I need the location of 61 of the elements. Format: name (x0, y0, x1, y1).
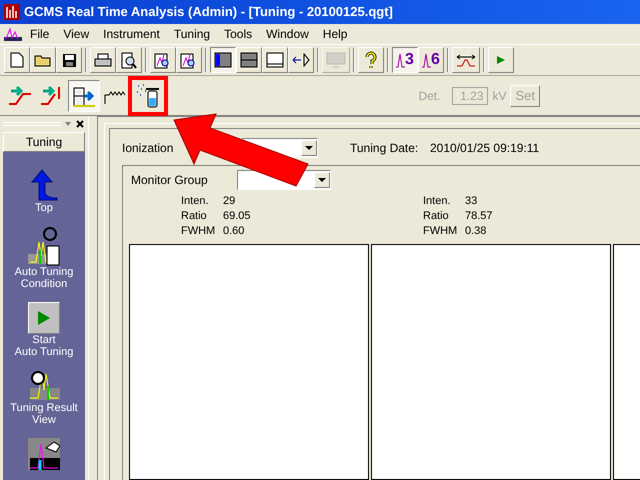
readout-value: 69.05 (223, 209, 251, 224)
folder-icon (34, 53, 52, 67)
close-icon (75, 119, 85, 129)
spectrum-icon (28, 370, 60, 402)
menu-item[interactable]: Tools (218, 25, 258, 43)
ionization-label: Ionization (122, 140, 174, 157)
printer-icon (94, 52, 112, 68)
arrows-icon (292, 53, 310, 67)
document-icon (4, 27, 22, 41)
layout-icon (266, 52, 284, 68)
monitor-icon (326, 52, 346, 68)
peak-settings-icon (28, 226, 60, 266)
readout-value: 33 (465, 194, 478, 209)
detector-label: Det. (418, 88, 440, 104)
readout-value: 0.60 (223, 224, 244, 239)
panel-header: Tuning (3, 132, 85, 152)
peak-icon (396, 52, 406, 68)
sidebar-item[interactable]: Auto Tuning Condition (14, 266, 74, 290)
sidebar-item[interactable]: Top (35, 202, 53, 214)
start-button-icon (28, 302, 60, 334)
readout-value: 0.38 (465, 224, 486, 239)
ramp-arrow-icon (8, 84, 32, 106)
menu-item[interactable]: View (57, 25, 96, 43)
dropdown-arrow-icon (305, 146, 313, 150)
menu-item[interactable]: File (24, 25, 56, 43)
unit-label: kV (492, 88, 506, 104)
monitor-group-label: Monitor Group (131, 172, 209, 189)
menu-item[interactable]: Window (260, 25, 315, 43)
spectrum-hand-icon (28, 438, 60, 470)
menu-item[interactable]: Tuning (168, 25, 216, 43)
window-title: GCMS Real Time Analysis (Admin) - [Tuning - 20100125.qgt] (24, 3, 393, 22)
readout-label: Inten. (181, 194, 210, 209)
app-icon (4, 4, 20, 20)
sidebar-item[interactable]: Start Auto Tuning (14, 334, 74, 358)
splitter[interactable] (88, 116, 98, 480)
sidebar-item[interactable]: Tuning Result View (10, 402, 78, 426)
vial-spray-icon (135, 82, 161, 108)
readout-label: FWHM (423, 224, 458, 239)
readout-value: 78.57 (465, 209, 493, 224)
menu-item[interactable]: Instrument (97, 25, 166, 43)
dropdown-arrow-icon (318, 178, 326, 182)
help-icon (365, 51, 377, 69)
toolbar-button[interactable]: 3 (392, 47, 418, 73)
toolbar-button[interactable] (68, 80, 100, 112)
new-document-icon (10, 52, 24, 68)
readout-value: 29 (223, 194, 236, 209)
peak-width-icon (456, 52, 476, 68)
peak-icon (422, 52, 432, 68)
layout-icon (240, 52, 258, 68)
readout-label: Ratio (181, 209, 208, 224)
menu-item[interactable]: Help (316, 25, 354, 43)
print-preview-icon (121, 52, 137, 68)
toolbar-button[interactable] (210, 47, 236, 73)
readout-label: FWHM (181, 224, 216, 239)
toolbar-button[interactable]: 6 (418, 47, 444, 73)
tuning-date-value: 2010/01/25 09:19:11 (430, 140, 540, 157)
tuning-date-label: Tuning Date: (350, 140, 420, 157)
readout-label: Inten. (423, 194, 452, 209)
readout-label: Ratio (423, 209, 450, 224)
layout-icon (214, 52, 232, 68)
play-icon (496, 55, 506, 65)
